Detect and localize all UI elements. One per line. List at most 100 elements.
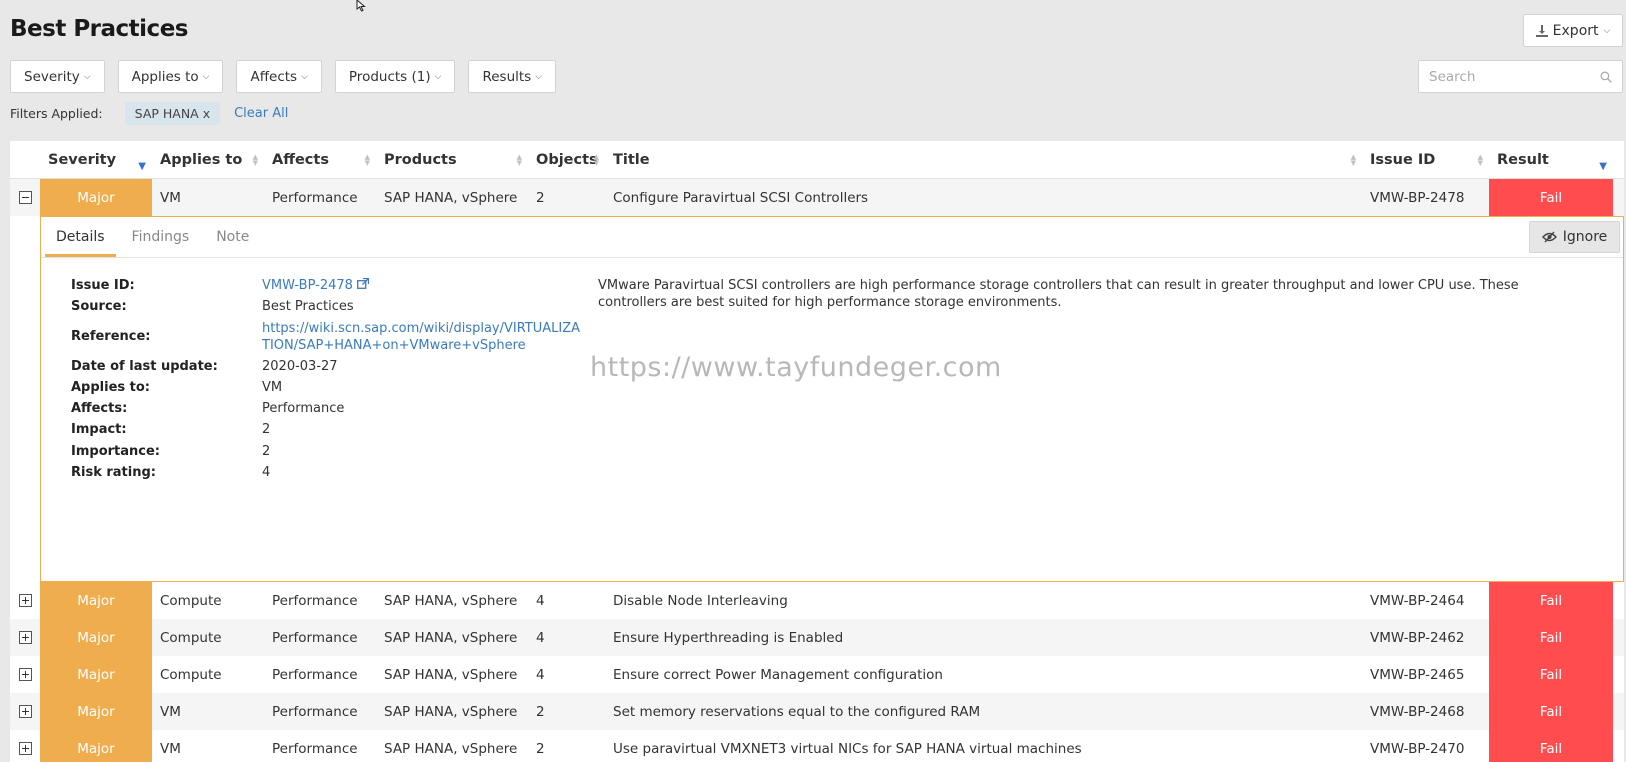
ignore-button[interactable]: Ignore [1529,221,1620,253]
row-expander[interactable] [10,582,40,619]
issue-id-cell: VMW-BP-2465 [1370,666,1465,683]
table-row[interactable]: Major VM Performance SAP HANA, vSphere 2… [10,693,1624,730]
collapse-icon[interactable] [18,191,32,204]
filter-affects-dropdown[interactable]: Affects ⌵ [236,60,322,93]
result-badge: Fail [1489,656,1613,693]
column-header-objects[interactable]: Objects ▲ ▼ [528,141,605,178]
chevron-down-icon: ⌵ [1603,25,1611,36]
tab-note[interactable]: Note [205,217,260,257]
filter-results-dropdown[interactable]: Results ⌵ [468,60,557,93]
search-icon[interactable] [1600,69,1612,85]
issue-id-cell: VMW-BP-2462 [1370,629,1465,646]
table-row[interactable]: Major Compute Performance SAP HANA, vSph… [10,582,1624,619]
eye-slash-icon [1541,231,1557,243]
field-label: Source: [71,299,127,315]
applies-to-cell: Compute [160,666,222,683]
header-expand-spacer [10,141,40,178]
table-row[interactable]: Major Compute Performance SAP HANA, vSph… [10,619,1624,656]
field-importance: Importance: 2 [71,441,591,462]
watermark: https://www.tayfundeger.com [590,352,1002,383]
title-cell: Configure Paravirtual SCSI Controllers [613,189,869,206]
expand-icon[interactable] [18,705,32,718]
detail-fields: Issue ID: VMW-BP-2478 Source: Best Pract… [71,275,591,483]
sort-icon: ▲ ▼ [1477,153,1483,167]
row-detail-panel: Details Findings Note Ignore Issue ID: V… [40,216,1624,582]
column-header-affects[interactable]: Affects ▲ ▼ [264,141,376,178]
severity-badge: Major [40,693,152,730]
expand-icon[interactable] [18,742,32,755]
row-expander[interactable] [10,179,40,216]
field-source: Source: Best Practices [71,296,591,317]
field-label: Impact: [71,422,127,438]
field-label: Reference: [71,328,151,344]
row-expander[interactable] [10,693,40,730]
result-badge: Fail [1489,179,1613,216]
sort-icon: ▲ ▼ [1350,153,1356,167]
tab-findings[interactable]: Findings [121,217,201,257]
applies-to-cell: VM [160,740,181,757]
column-header-products[interactable]: Products ▲ ▼ [376,141,528,178]
filter-label: Affects [250,68,298,85]
column-header-applies-to[interactable]: Applies to ▲ ▼ [152,141,264,178]
objects-cell: 2 [536,740,545,757]
filter-applies-to-dropdown[interactable]: Applies to ⌵ [117,60,224,93]
issue-id-link[interactable]: VMW-BP-2478 [262,275,591,296]
table-row[interactable]: Major VM Performance SAP HANA, vSphere 2… [10,179,1624,216]
field-issue-id: Issue ID: VMW-BP-2478 [71,275,591,296]
page-title: Best Practices [10,16,188,42]
reference-link-line1: https://wiki.scn.sap.com/wiki/display/VI… [262,320,581,336]
applies-to-cell: Compute [160,592,222,609]
column-header-severity[interactable]: Severity ▼ [40,141,152,178]
field-reference: Reference: https://wiki.scn.sap.com/wiki… [71,318,591,356]
applies-to-cell: VM [160,703,181,720]
objects-cell: 2 [536,189,545,206]
export-label: Export [1552,22,1599,39]
filter-products-dropdown[interactable]: Products (1) ⌵ [334,60,456,93]
column-label: Issue ID [1370,151,1436,168]
field-affects: Affects: Performance [71,398,591,419]
column-header-result[interactable]: Result ▼ [1489,141,1613,178]
external-link-icon [357,277,370,289]
chevron-down-icon: ⌵ [301,71,308,82]
table-row[interactable]: Major VM Performance SAP HANA, vSphere 2… [10,730,1624,762]
products-cell: SAP HANA, vSphere [384,740,518,757]
severity-badge: Major [40,730,152,762]
filter-severity-dropdown[interactable]: Severity ⌵ [10,60,105,93]
title-cell: Ensure correct Power Management configur… [613,666,943,683]
issue-id-cell: VMW-BP-2478 [1370,189,1465,206]
column-label: Objects [536,151,598,168]
row-expander[interactable] [10,656,40,693]
table-header: Severity ▼ Applies to ▲ ▼ Affects ▲ ▼ Product… [10,141,1624,179]
column-header-issue-id[interactable]: Issue ID ▲ ▼ [1362,141,1489,178]
filter-chip-sap-hana[interactable]: SAP HANA x [124,102,221,125]
products-cell: SAP HANA, vSphere [384,592,518,609]
chevron-down-icon: ⌵ [535,71,543,82]
field-value: VM [262,379,283,395]
field-value: 4 [262,465,271,481]
detail-tabs: Details Findings Note [41,217,1623,258]
column-label: Severity [48,151,117,168]
expand-icon[interactable] [18,668,32,681]
field-value: 2 [262,443,271,459]
products-cell: SAP HANA, vSphere [384,666,518,683]
column-label: Products [384,151,457,168]
tab-details[interactable]: Details [45,217,116,257]
clear-all-link[interactable]: Clear All [234,106,288,121]
title-cell: Ensure Hyperthreading is Enabled [613,629,844,646]
search-input[interactable] [1429,68,1600,85]
filter-label: Results [482,68,532,85]
column-header-title[interactable]: Title ▲ ▼ [605,141,1362,178]
expand-icon[interactable] [18,631,32,644]
applies-to-cell: Compute [160,629,222,646]
severity-badge: Major [40,179,152,216]
affects-cell: Performance [272,740,358,757]
sort-icon: ▲ ▼ [516,153,522,167]
table-row[interactable]: Major Compute Performance SAP HANA, vSph… [10,656,1624,693]
result-badge: Fail [1489,693,1613,730]
expand-icon[interactable] [18,594,32,607]
reference-link[interactable]: https://wiki.scn.sap.com/wiki/display/VI… [262,318,591,356]
export-button[interactable]: Export ⌵ [1523,14,1623,47]
row-expander[interactable] [10,619,40,656]
column-label: Result [1497,151,1549,168]
row-expander[interactable] [10,730,40,762]
